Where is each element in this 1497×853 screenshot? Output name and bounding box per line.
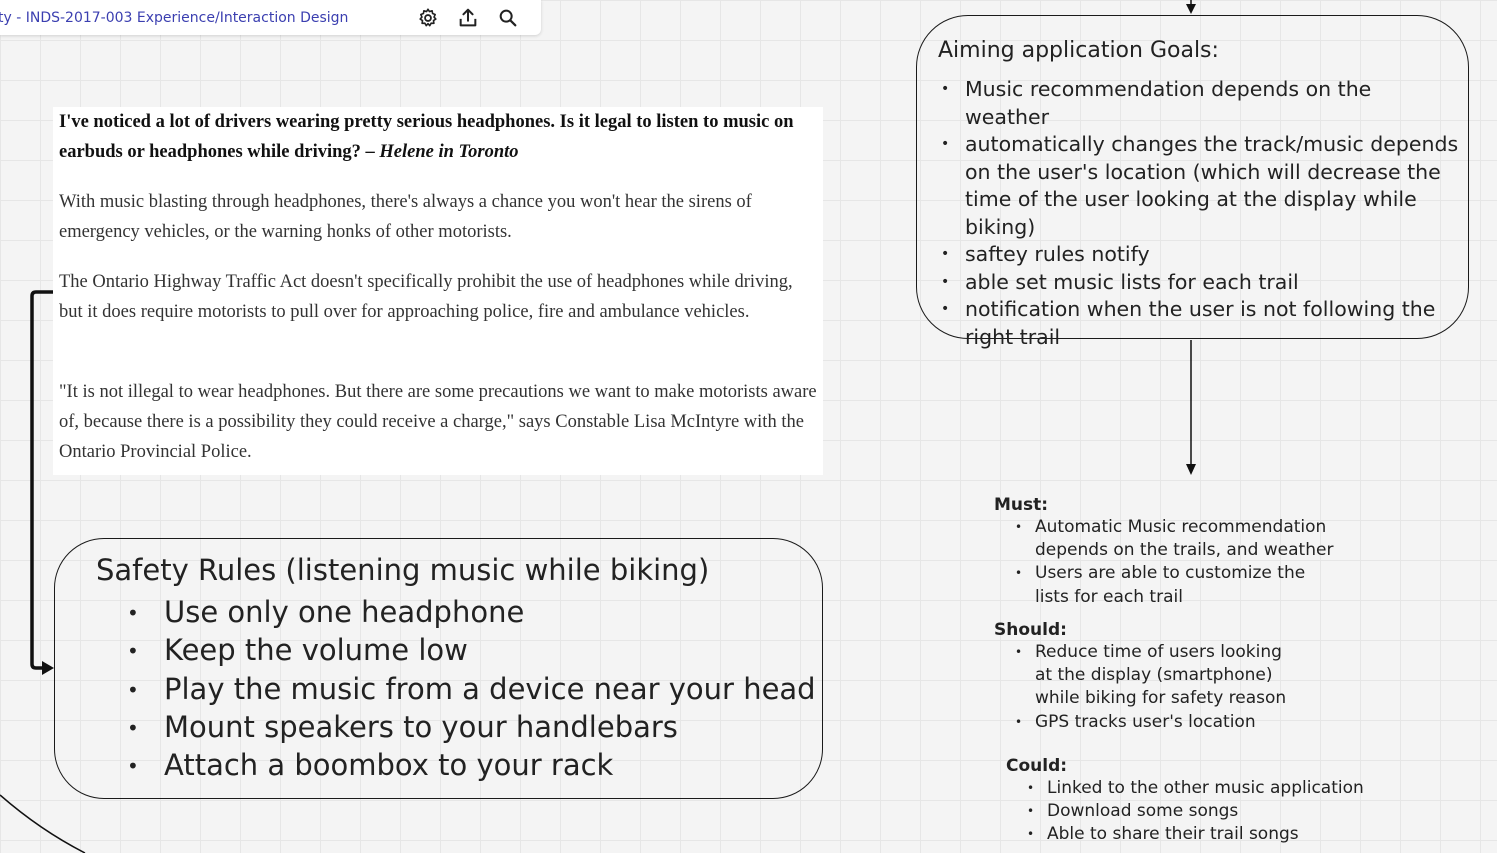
must-list: Automatic Music recommendation depends o… bbox=[1014, 516, 1335, 609]
safety-title: Safety Rules (listening music while biki… bbox=[96, 553, 710, 587]
search-button[interactable] bbox=[488, 0, 528, 35]
should-item: GPS tracks user's location bbox=[1014, 711, 1335, 734]
goal-item: Music recommendation depends on the weat… bbox=[941, 76, 1461, 131]
should-list: Reduce time of users looking at the disp… bbox=[1014, 641, 1335, 734]
could-section[interactable]: Could: Linked to the other music applica… bbox=[1006, 755, 1367, 847]
board-header-bar: ty - INDS-2017-003 Experience/Interactio… bbox=[0, 0, 541, 35]
safety-list: Use only one headphone Keep the volume l… bbox=[127, 593, 816, 786]
arrow-head-into-goals bbox=[1186, 4, 1196, 14]
settings-button[interactable] bbox=[408, 0, 448, 35]
should-section[interactable]: Should: Reduce time of users looking at … bbox=[994, 619, 1335, 734]
article-paragraph-3: "It is not illegal to wear headphones. B… bbox=[59, 382, 817, 462]
could-list: Linked to the other music application Do… bbox=[1026, 777, 1367, 847]
safety-item: Attach a boombox to your rack bbox=[127, 746, 816, 786]
goals-bubble[interactable]: Aiming application Goals: Music recommen… bbox=[916, 15, 1469, 349]
safety-rules-bubble[interactable]: Safety Rules (listening music while biki… bbox=[54, 538, 823, 799]
article-paragraph-1: With music blasting through headphones, … bbox=[59, 192, 752, 242]
must-section[interactable]: Must: Automatic Music recommendation dep… bbox=[994, 494, 1335, 609]
article-question-author: Helene in Toronto bbox=[374, 142, 519, 162]
arrow-head-safety bbox=[42, 661, 54, 675]
offscreen-shape-edge bbox=[0, 794, 86, 853]
article-excerpt-image[interactable]: I've noticed a lot of drivers wearing pr… bbox=[53, 107, 823, 475]
board-title[interactable]: ty - INDS-2017-003 Experience/Interactio… bbox=[0, 10, 408, 26]
goal-item: saftey rules notify bbox=[941, 241, 1461, 269]
share-button[interactable] bbox=[448, 0, 488, 35]
must-item: Automatic Music recommendation depends o… bbox=[1014, 516, 1335, 562]
goals-list: Music recommendation depends on the weat… bbox=[941, 76, 1461, 351]
goal-item: automatically changes the track/music de… bbox=[941, 131, 1461, 241]
could-label: Could: bbox=[1006, 756, 1068, 776]
could-item: Able to share their trail songs bbox=[1026, 823, 1367, 846]
should-label: Should: bbox=[994, 620, 1067, 640]
goal-item: able set music lists for each trail bbox=[941, 269, 1461, 297]
article-question: I've noticed a lot of drivers wearing pr… bbox=[59, 107, 819, 167]
settings-icon bbox=[419, 7, 437, 26]
safety-item: Play the music from a device near your h… bbox=[127, 670, 816, 710]
share-upload-icon bbox=[459, 8, 477, 26]
search-icon bbox=[499, 9, 517, 26]
safety-item: Keep the volume low bbox=[127, 631, 816, 671]
should-item: Reduce time of users looking at the disp… bbox=[1014, 641, 1290, 711]
could-item: Download some songs bbox=[1026, 800, 1367, 823]
article-paragraph-2: The Ontario Highway Traffic Act doesn't … bbox=[59, 272, 793, 322]
could-item: Linked to the other music application bbox=[1026, 777, 1367, 800]
must-label: Must: bbox=[994, 495, 1049, 515]
safety-item: Mount speakers to your handlebars bbox=[127, 708, 816, 748]
goals-title: Aiming application Goals: bbox=[938, 38, 1219, 63]
goal-item: notification when the user is not follow… bbox=[941, 296, 1461, 351]
safety-item: Use only one headphone bbox=[127, 593, 816, 633]
must-item: Users are able to customize the lists fo… bbox=[1014, 562, 1335, 608]
arrow-head-moscow bbox=[1186, 464, 1196, 475]
arrow-article-to-safety bbox=[30, 290, 54, 670]
